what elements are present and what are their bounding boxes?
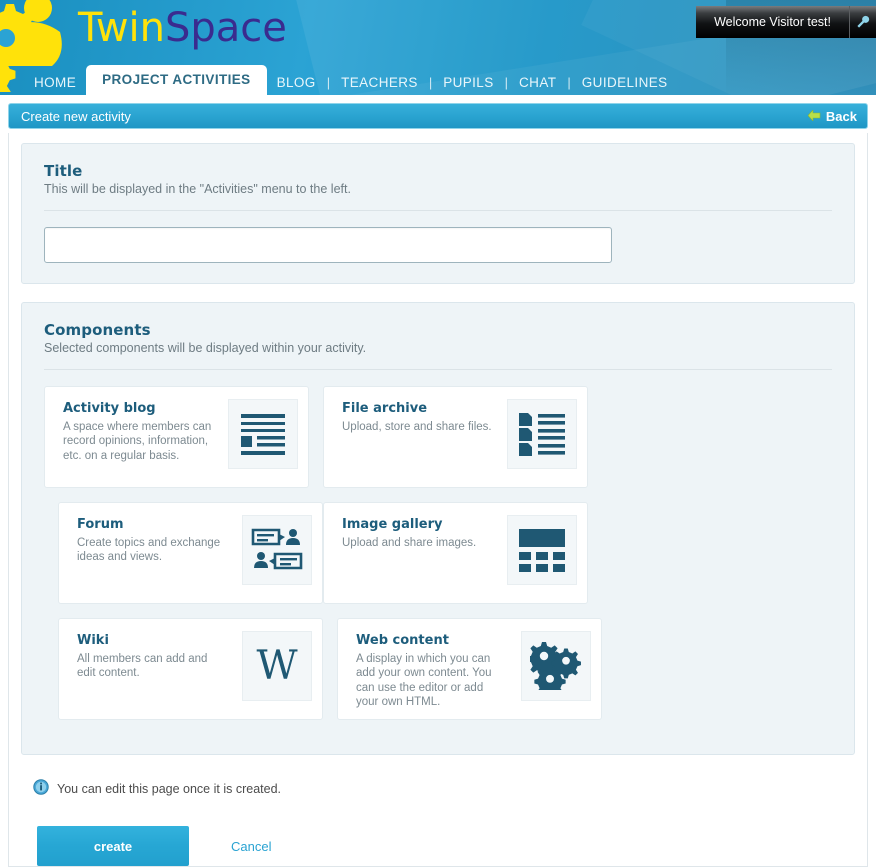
components-grid: Activity blog A space where members can … — [44, 386, 832, 734]
component-card-activity-blog[interactable]: Activity blog A space where members can … — [44, 386, 309, 488]
info-message-text: You can edit this page once it is create… — [57, 781, 281, 796]
components-panel-subtext: Selected components will be displayed wi… — [44, 341, 367, 355]
divider — [44, 369, 832, 370]
card-title: Image gallery — [342, 517, 443, 532]
arrow-left-icon — [807, 108, 821, 124]
forum-speech-bubbles-icon — [242, 515, 312, 585]
title-panel-subtext: This will be displayed in the "Activitie… — [44, 182, 351, 196]
card-title: Forum — [77, 517, 124, 532]
info-circle-icon — [33, 779, 49, 798]
title-input[interactable] — [44, 227, 612, 263]
page-body: Create new activity Back Title This will… — [0, 103, 876, 867]
card-description: Upload and share images. — [342, 537, 477, 549]
welcome-bar: Welcome Visitor test! — [696, 6, 876, 38]
nav-item-pupils[interactable]: PUPILS — [433, 71, 503, 95]
wrench-icon[interactable] — [850, 6, 876, 38]
page-titlebar: Create new activity Back — [8, 103, 868, 129]
brand-part-twin: Twin — [78, 5, 165, 51]
blog-lines-icon — [228, 399, 298, 469]
card-text: Forum Create topics and exchange ideas a… — [77, 517, 229, 565]
welcome-message[interactable]: Welcome Visitor test! — [696, 6, 850, 38]
components-panel: Components Selected components will be d… — [21, 302, 855, 755]
component-card-wiki[interactable]: Wiki All members can add and edit conten… — [58, 618, 323, 720]
back-button[interactable]: Back — [807, 108, 857, 124]
nav-item-blog[interactable]: BLOG — [267, 71, 326, 95]
card-description: A display in which you can add your own … — [356, 653, 492, 709]
card-text: Wiki All members can add and edit conten… — [77, 633, 229, 681]
back-label: Back — [825, 108, 857, 124]
file-list-icon — [507, 399, 577, 469]
card-title: File archive — [342, 401, 428, 416]
card-title: Web content — [356, 633, 449, 648]
info-message: You can edit this page once it is create… — [21, 773, 855, 798]
card-text: Activity blog A space where members can … — [63, 401, 215, 463]
content-frame: Title This will be displayed in the "Act… — [8, 133, 868, 867]
card-description: All members can add and edit content. — [77, 653, 208, 680]
brand-part-space: Space — [165, 5, 287, 51]
title-panel: Title This will be displayed in the "Act… — [21, 143, 855, 284]
card-description: A space where members can record opinion… — [63, 421, 212, 462]
wiki-w-glyph: W — [256, 643, 298, 689]
wiki-w-icon: W — [242, 631, 312, 701]
component-card-forum[interactable]: Forum Create topics and exchange ideas a… — [58, 502, 323, 604]
image-grid-icon — [507, 515, 577, 585]
nav-item-chat[interactable]: CHAT — [509, 71, 566, 95]
card-text: Web content A display in which you can a… — [356, 633, 508, 710]
gears-icon — [521, 631, 591, 701]
site-header: TwinSpace Welcome Visitor test! HOME PRO… — [0, 0, 876, 95]
nav-item-project-activities[interactable]: PROJECT ACTIVITIES — [86, 65, 267, 95]
component-card-web-content[interactable]: Web content A display in which you can a… — [337, 618, 602, 720]
brand-title: TwinSpace — [78, 5, 287, 51]
nav-item-teachers[interactable]: TEACHERS — [331, 71, 428, 95]
form-actions: create Cancel — [21, 798, 855, 866]
card-title: Activity blog — [63, 401, 156, 416]
cancel-button[interactable]: Cancel — [225, 838, 277, 855]
component-card-image-gallery[interactable]: Image gallery Upload and share images. — [323, 502, 588, 604]
card-text: File archive Upload, store and share fil… — [342, 401, 494, 434]
card-text: Image gallery Upload and share images. — [342, 517, 494, 550]
card-description: Upload, store and share files. — [342, 421, 492, 433]
nav-item-home[interactable]: HOME — [24, 71, 86, 95]
nav-item-guidelines[interactable]: GUIDELINES — [572, 71, 678, 95]
card-description: Create topics and exchange ideas and vie… — [77, 537, 221, 564]
main-navigation: HOME PROJECT ACTIVITIES BLOG | TEACHERS … — [0, 65, 876, 95]
page-title: Create new activity — [21, 108, 131, 124]
divider — [44, 210, 832, 211]
components-panel-heading: Components — [44, 321, 151, 339]
component-card-file-archive[interactable]: File archive Upload, store and share fil… — [323, 386, 588, 488]
title-panel-heading: Title — [44, 162, 83, 180]
create-button[interactable]: create — [37, 826, 189, 866]
card-title: Wiki — [77, 633, 109, 648]
